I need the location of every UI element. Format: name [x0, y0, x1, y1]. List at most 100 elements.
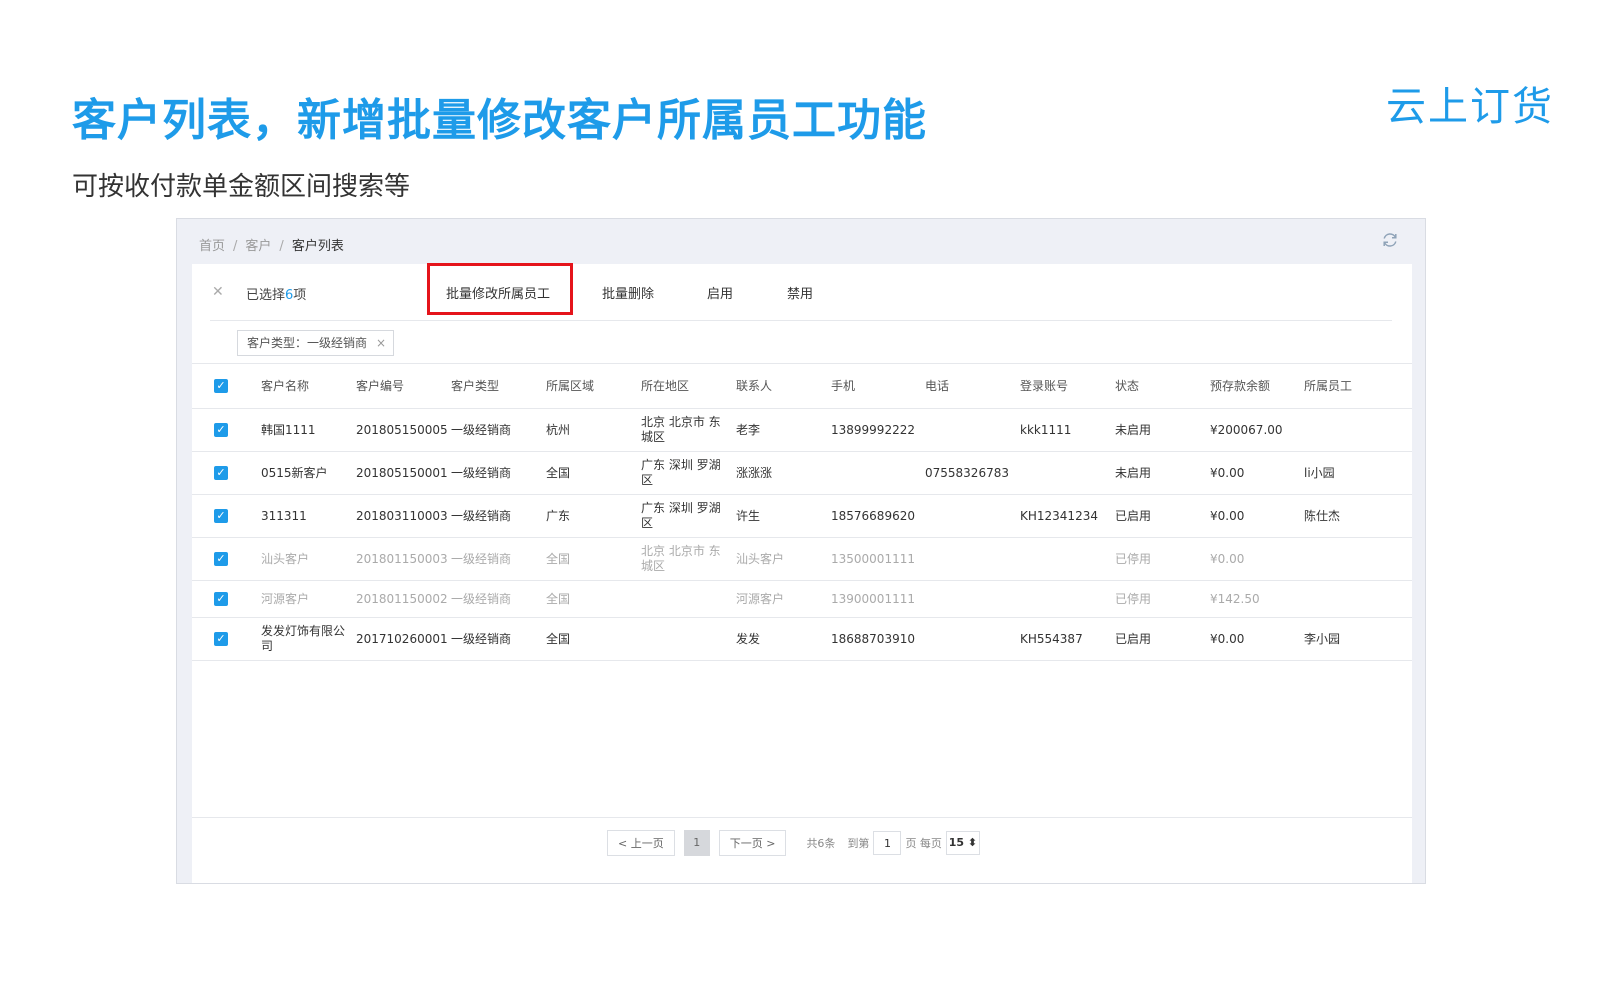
header-contact[interactable]: 联系人 — [736, 364, 822, 408]
current-page[interactable]: 1 — [683, 830, 710, 856]
header-area[interactable]: 所属区域 — [546, 364, 632, 408]
cell-mobile: 13900001111 — [831, 591, 915, 606]
table-row[interactable]: ✓ 0515新客户 201805150001 一级经销商 全国 广东 深圳 罗湖… — [192, 452, 1412, 495]
header-phone[interactable]: 电话 — [925, 364, 1011, 408]
batch-delete-button[interactable]: 批量删除 — [602, 283, 654, 302]
cell-staff: li小园 — [1304, 465, 1335, 480]
row-checkbox[interactable]: ✓ — [214, 423, 228, 437]
cell-balance: ¥0.00 — [1210, 508, 1245, 523]
cell-customer-type: 一级经销商 — [451, 551, 512, 566]
slide-subtitle: 可按收付款单金额区间搜索等 — [72, 172, 411, 202]
cell-customer-code: 201805150001 — [356, 465, 448, 480]
prev-page-button[interactable]: < 上一页 — [607, 830, 675, 856]
next-page-button[interactable]: 下一页 > — [718, 830, 787, 856]
row-checkbox[interactable]: ✓ — [214, 509, 228, 523]
enable-button[interactable]: 启用 — [707, 283, 733, 302]
selected-count-text: 已选择6项 — [246, 288, 307, 303]
cell-customer-code: 201803110003 — [356, 508, 448, 523]
header-balance[interactable]: 预存款余额 — [1210, 364, 1296, 408]
breadcrumb-home[interactable]: 首页 — [199, 239, 225, 254]
cell-balance: ¥142.50 — [1210, 591, 1260, 606]
goto-label: 到第 — [847, 837, 870, 850]
cell-status: 已停用 — [1115, 591, 1152, 606]
cell-phone — [925, 538, 1011, 580]
cell-customer-type: 一级经销商 — [451, 631, 512, 646]
row-checkbox[interactable]: ✓ — [214, 632, 228, 646]
app-screenshot: 首页 / 客户 / 客户列表 ✕ 已选择6项 批量修改所属员工 批量删除 启用 禁用 客… — [176, 218, 1426, 884]
header-staff[interactable]: 所属员工 — [1304, 364, 1390, 408]
header-customer-code[interactable]: 客户编号 — [356, 364, 446, 408]
cell-region — [641, 581, 721, 617]
breadcrumb-separator: / — [233, 239, 238, 254]
batch-edit-staff-button[interactable]: 批量修改所属员工 — [446, 283, 550, 302]
header-customer-type[interactable]: 客户类型 — [451, 364, 537, 408]
cell-staff — [1304, 409, 1390, 451]
filter-tag-close-icon[interactable]: × — [376, 331, 386, 355]
cell-mobile: 18576689620 — [831, 508, 915, 523]
cell-customer-code: 201710260001 — [356, 631, 448, 646]
cell-customer-code: 201801150002 — [356, 591, 448, 606]
cell-mobile: 13500001111 — [831, 551, 915, 566]
row-checkbox[interactable]: ✓ — [214, 552, 228, 566]
brand-logo: 云上订货 — [1386, 84, 1554, 130]
cell-login-account: KH12341234 — [1020, 508, 1098, 523]
cell-contact: 涨涨涨 — [736, 465, 773, 480]
cell-status: 已启用 — [1115, 508, 1152, 523]
cell-status: 未启用 — [1115, 422, 1152, 437]
header-customer-name[interactable]: 客户名称 — [261, 364, 347, 408]
cell-customer-name[interactable]: 311311 — [261, 495, 347, 537]
cell-staff — [1304, 581, 1390, 617]
cell-status: 未启用 — [1115, 465, 1152, 480]
cell-status: 已停用 — [1115, 551, 1152, 566]
clear-selection-icon[interactable]: ✕ — [212, 284, 224, 300]
table-row[interactable]: ✓ 韩国1111 201805150005 一级经销商 杭州 北京 北京市 东城… — [192, 409, 1412, 452]
cell-region — [641, 618, 721, 660]
refresh-icon[interactable] — [1381, 231, 1399, 249]
cell-customer-code: 201805150005 — [356, 422, 448, 437]
cell-customer-type: 一级经销商 — [451, 591, 512, 606]
cell-balance: ¥200067.00 — [1210, 422, 1283, 437]
disable-button[interactable]: 禁用 — [787, 283, 813, 302]
cell-region: 北京 北京市 东城区 — [641, 544, 721, 573]
header-status[interactable]: 状态 — [1115, 364, 1201, 408]
cell-contact: 发发 — [736, 631, 761, 646]
cell-customer-name[interactable]: 河源客户 — [261, 581, 347, 617]
breadcrumb-customer[interactable]: 客户 — [245, 239, 271, 254]
filter-tag-label: 客户类型：一级经销商 — [247, 336, 368, 350]
cell-area: 杭州 — [546, 422, 571, 437]
cell-area: 全国 — [546, 551, 571, 566]
table-row[interactable]: ✓ 发发灯饰有限公司 201710260001 一级经销商 全国 发发 1868… — [192, 618, 1412, 661]
page-size-select[interactable]: 15 ⬍ — [945, 831, 980, 855]
toolbar-divider — [210, 320, 1392, 321]
cell-area: 全国 — [546, 591, 571, 606]
table-row[interactable]: ✓ 311311 201803110003 一级经销商 广东 广东 深圳 罗湖区… — [192, 495, 1412, 538]
cell-phone — [925, 409, 1011, 451]
cell-balance: ¥0.00 — [1210, 551, 1245, 566]
table-row[interactable]: ✓ 汕头客户 201801150003 一级经销商 全国 北京 北京市 东城区 … — [192, 538, 1412, 581]
page-per-label: 页 每页 — [905, 837, 942, 850]
header-login-account[interactable]: 登录账号 — [1020, 364, 1106, 408]
cell-contact: 汕头客户 — [736, 551, 785, 566]
cell-customer-name[interactable]: 0515新客户 — [261, 452, 347, 494]
cell-contact: 老李 — [736, 422, 761, 437]
cell-customer-name[interactable]: 韩国1111 — [261, 409, 347, 451]
row-checkbox[interactable]: ✓ — [214, 592, 228, 606]
cell-phone — [925, 495, 1011, 537]
pagination: < 上一页 1 下一页 > 共6条 到第 页 每页 15 ⬍ — [607, 830, 980, 856]
cell-region: 北京 北京市 东城区 — [641, 415, 721, 444]
total-count: 共6条 — [806, 837, 836, 850]
table-row[interactable]: ✓ 河源客户 201801150002 一级经销商 全国 河源客户 139000… — [192, 581, 1412, 618]
slide-title: 客户列表，新增批量修改客户所属员工功能 — [72, 95, 927, 146]
cell-area: 全国 — [546, 631, 571, 646]
batch-toolbar: ✕ 已选择6项 批量修改所属员工 批量删除 启用 禁用 — [192, 263, 1412, 320]
row-checkbox[interactable]: ✓ — [214, 466, 228, 480]
header-region[interactable]: 所在地区 — [641, 364, 721, 408]
cell-area: 广东 — [546, 508, 571, 523]
cell-customer-name[interactable]: 汕头客户 — [261, 538, 347, 580]
cell-region: 广东 深圳 罗湖区 — [641, 501, 721, 530]
select-all-checkbox[interactable]: ✓ — [214, 379, 228, 393]
customer-table: ✓ 客户名称 客户编号 客户类型 所属区域 所在地区 联系人 手机 电话 登录账… — [192, 363, 1412, 661]
header-mobile[interactable]: 手机 — [831, 364, 917, 408]
cell-customer-name[interactable]: 发发灯饰有限公司 — [261, 618, 347, 660]
goto-page-input[interactable] — [873, 831, 902, 855]
